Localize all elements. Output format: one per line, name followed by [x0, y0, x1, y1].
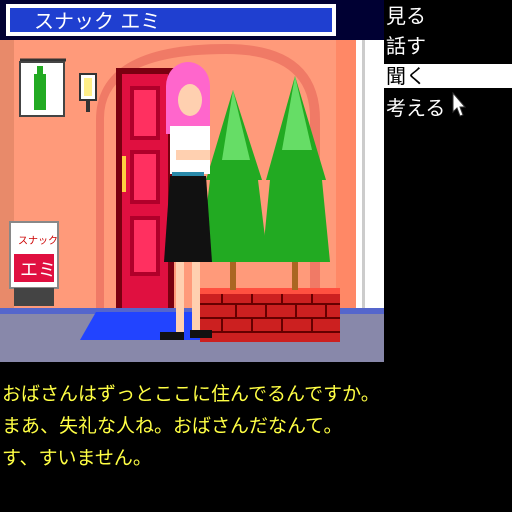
menu-item-look[interactable]: 見る — [386, 4, 426, 28]
dialogue-line: す、すいません。 — [2, 447, 152, 469]
mouse-cursor-icon — [452, 92, 466, 117]
bottle-sign — [19, 58, 66, 117]
scene-illustration: スナック エミ スナック エミ — [0, 0, 384, 362]
brick-planter — [200, 288, 340, 342]
standing-sign: スナック エミ — [9, 221, 59, 306]
menu-item-ask[interactable]: 聞く — [384, 64, 512, 88]
dialogue-line: まあ、失礼な人ね。おばさんだなんて。 — [2, 415, 343, 437]
dialogue-line: おばさんはずっとここに住んでるんですか。 — [2, 383, 380, 405]
scene-viewport: スナック エミ スナック エミ — [0, 0, 384, 362]
menu-item-think[interactable]: 考える — [386, 96, 445, 120]
command-menu: 見る 話す 聞く 考える — [382, 0, 512, 128]
shop-sign: スナック エミ — [6, 4, 336, 36]
standing-sign-top-text: スナック — [18, 235, 58, 247]
standing-sign-bottom-text: エミ — [20, 260, 56, 281]
dialogue-box: おばさんはずっとここに住んでるんですか。 まあ、失礼な人ね。おばさんだなんて。 … — [2, 380, 508, 476]
menu-item-talk[interactable]: 話す — [386, 34, 426, 58]
shop-sign-text: スナック エミ — [34, 9, 160, 33]
